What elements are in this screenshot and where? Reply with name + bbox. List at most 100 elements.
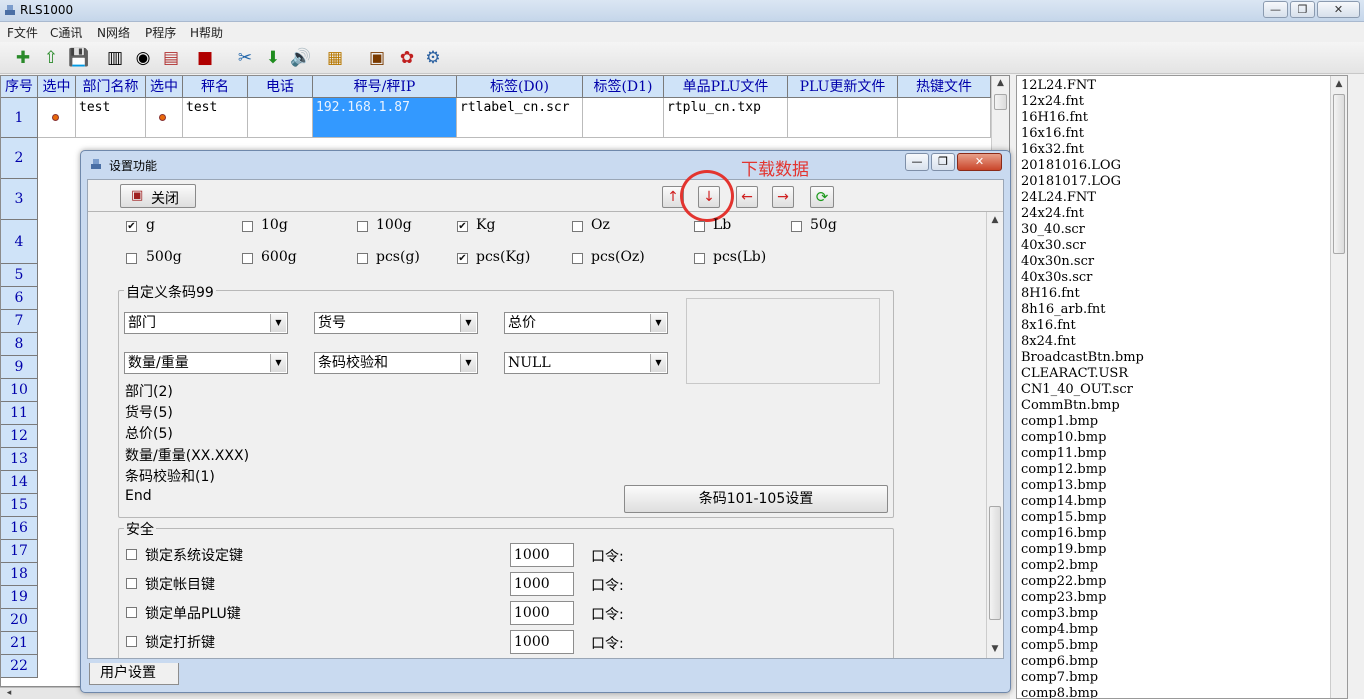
menu-help[interactable]: H帮助 (190, 24, 223, 41)
list-item[interactable]: comp22.bmp (1021, 574, 1106, 590)
lock-system-password[interactable]: 1000 (510, 543, 574, 567)
row-number[interactable]: 8 (1, 333, 38, 356)
unit-g-checkbox[interactable]: ✔ (126, 221, 137, 232)
close-dialog-button[interactable]: ▣ 关闭 (120, 184, 196, 208)
col-header-select2[interactable]: 选中 (146, 76, 183, 98)
row-number[interactable]: 22 (1, 655, 38, 678)
scroll-up-icon[interactable]: ▲ (987, 215, 1003, 225)
unit-600g-checkbox[interactable] (242, 253, 253, 264)
download-icon[interactable]: ⬇ (260, 45, 286, 71)
col-header-plu-update[interactable]: PLU更新文件 (788, 76, 898, 98)
tab-user-settings[interactable]: 用户设置 (89, 663, 179, 685)
menu-program[interactable]: P程序 (145, 24, 176, 41)
scroll-up-icon[interactable]: ▲ (992, 78, 1009, 88)
barcode-101-105-button[interactable]: 条码101-105设置 (624, 485, 888, 513)
row-number[interactable]: 5 (1, 264, 38, 287)
unit-10g-checkbox[interactable] (242, 221, 253, 232)
row-number[interactable]: 2 (1, 138, 38, 179)
left-arrow-button[interactable]: ← (736, 186, 758, 208)
col-header-hotkey[interactable]: 热键文件 (898, 76, 991, 98)
table-cell[interactable] (146, 98, 183, 138)
table-cell-scale-name[interactable]: test (183, 98, 248, 138)
list-item[interactable]: 12L24.FNT (1021, 78, 1096, 94)
barcode-field-5-select[interactable]: 条码校验和 ▼ (314, 352, 478, 374)
row-number[interactable]: 10 (1, 379, 38, 402)
scroll-thumb[interactable] (1333, 94, 1345, 254)
unit-pcs-g-checkbox[interactable] (357, 253, 368, 264)
table-cell-ip[interactable]: 192.168.1.87 (313, 98, 457, 138)
list-item[interactable]: comp12.bmp (1021, 462, 1106, 478)
table-cell-plu[interactable]: rtplu_cn.txp (664, 98, 788, 138)
unit-100g-checkbox[interactable] (357, 221, 368, 232)
lock-discount-password[interactable]: 1000 (510, 630, 574, 654)
list-item[interactable]: comp19.bmp (1021, 542, 1106, 558)
list-item[interactable]: 12x24.fnt (1021, 94, 1084, 110)
list-item[interactable]: comp14.bmp (1021, 494, 1106, 510)
table-cell-plu-update[interactable] (788, 98, 898, 138)
row-number[interactable]: 3 (1, 179, 38, 220)
unit-50g-checkbox[interactable] (791, 221, 802, 232)
gear-icon[interactable]: ⚙ (420, 45, 446, 71)
close-button[interactable]: ✕ (1317, 1, 1360, 18)
dialog-maximize-button[interactable]: ❐ (931, 153, 955, 171)
row-number[interactable]: 20 (1, 609, 38, 632)
list-item[interactable]: CN1_40_OUT.scr (1021, 382, 1133, 398)
unit-500g-checkbox[interactable] (126, 253, 137, 264)
list-item[interactable]: 16H16.fnt (1021, 110, 1088, 126)
col-header-label0[interactable]: 标签(D0) (457, 76, 583, 98)
tools-icon[interactable]: ✂ (232, 45, 258, 71)
scale-icon[interactable]: ▣ (364, 45, 390, 71)
unit-pcs-lb-checkbox[interactable] (694, 253, 705, 264)
row-number[interactable]: 11 (1, 402, 38, 425)
list-item[interactable]: 8H16.fnt (1021, 286, 1080, 302)
list-item[interactable]: comp6.bmp (1021, 654, 1098, 670)
lock-plu-checkbox[interactable] (126, 607, 137, 618)
unit-oz-checkbox[interactable] (572, 221, 583, 232)
dialog-scrollbar[interactable]: ▲ ▼ (986, 212, 1003, 658)
col-header-scale-name[interactable]: 秤名 (183, 76, 248, 98)
list-item[interactable]: comp5.bmp (1021, 638, 1098, 654)
stop-icon[interactable]: ■ (192, 45, 218, 71)
col-header-phone[interactable]: 电话 (248, 76, 313, 98)
barcode-icon[interactable]: ▥ (102, 45, 128, 71)
menu-comm[interactable]: C通讯 (50, 24, 82, 41)
col-header-plu[interactable]: 单品PLU文件 (664, 76, 788, 98)
refresh-button[interactable]: ⟳ (810, 186, 834, 208)
list-item[interactable]: comp8.bmp (1021, 686, 1098, 698)
dialog-minimize-button[interactable]: — (905, 153, 929, 171)
list-item[interactable]: 8x24.fnt (1021, 334, 1076, 350)
row-number[interactable]: 15 (1, 494, 38, 517)
list-item[interactable]: CommBtn.bmp (1021, 398, 1120, 414)
row-number[interactable]: 7 (1, 310, 38, 333)
note-icon[interactable]: ▦ (322, 45, 348, 71)
list-item[interactable]: BroadcastBtn.bmp (1021, 350, 1144, 366)
menu-file[interactable]: F文件 (7, 24, 38, 41)
list-item[interactable]: comp11.bmp (1021, 446, 1106, 462)
row-number[interactable]: 21 (1, 632, 38, 655)
scroll-thumb[interactable] (989, 506, 1001, 620)
save-icon[interactable]: 💾 (66, 45, 92, 71)
selected-dot[interactable] (52, 114, 59, 121)
list-item[interactable]: 16x16.fnt (1021, 126, 1084, 142)
unit-lb-checkbox[interactable] (694, 221, 705, 232)
table-cell-dept[interactable]: test (76, 98, 146, 138)
disk-icon[interactable]: ◉ (130, 45, 156, 71)
list-item[interactable]: 24L24.FNT (1021, 190, 1096, 206)
list-item[interactable]: comp13.bmp (1021, 478, 1106, 494)
list-item[interactable]: 40x30.scr (1021, 238, 1086, 254)
list-item[interactable]: 30_40.scr (1021, 222, 1085, 238)
list-item[interactable]: CLEARACT.USR (1021, 366, 1128, 382)
list-item[interactable]: 24x24.fnt (1021, 206, 1084, 222)
menu-network[interactable]: N网络 (97, 24, 130, 41)
row-number[interactable]: 18 (1, 563, 38, 586)
barcode-field-4-select[interactable]: 数量/重量 ▼ (124, 352, 288, 374)
minimize-button[interactable]: — (1263, 1, 1288, 18)
list-item[interactable]: 40x30s.scr (1021, 270, 1092, 286)
list-item[interactable]: comp3.bmp (1021, 606, 1098, 622)
list-item[interactable]: comp15.bmp (1021, 510, 1106, 526)
list-item[interactable]: 8h16_arb.fnt (1021, 302, 1106, 318)
add-icon[interactable]: ✚ (10, 45, 36, 71)
row-number[interactable]: 13 (1, 448, 38, 471)
dialog-close-button[interactable]: ✕ (957, 153, 1002, 171)
selected-dot[interactable] (159, 114, 166, 121)
